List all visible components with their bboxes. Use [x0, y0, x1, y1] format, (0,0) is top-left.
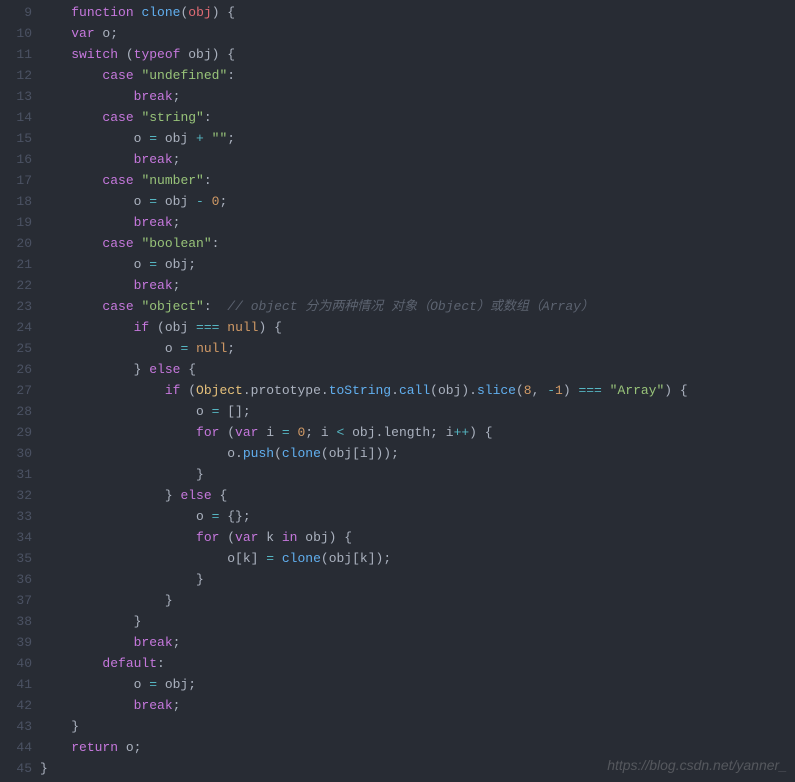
code-line: case "object": // object 分为两种情况 对象（Objec…: [40, 296, 795, 317]
line-number: 38: [0, 611, 32, 632]
code-line: }: [40, 716, 795, 737]
code-line: break;: [40, 695, 795, 716]
code-line: break;: [40, 632, 795, 653]
code-line: switch (typeof obj) {: [40, 44, 795, 65]
code-line: }: [40, 590, 795, 611]
code-area: function clone(obj) { var o; switch (typ…: [40, 2, 795, 779]
code-line: var o;: [40, 23, 795, 44]
code-line: case "undefined":: [40, 65, 795, 86]
line-number: 40: [0, 653, 32, 674]
code-line: o = [];: [40, 401, 795, 422]
line-number: 12: [0, 65, 32, 86]
code-line: for (var i = 0; i < obj.length; i++) {: [40, 422, 795, 443]
code-line: o = obj + "";: [40, 128, 795, 149]
line-number: 39: [0, 632, 32, 653]
line-number: 16: [0, 149, 32, 170]
line-number: 34: [0, 527, 32, 548]
line-number: 20: [0, 233, 32, 254]
line-number: 28: [0, 401, 32, 422]
line-number: 32: [0, 485, 32, 506]
code-line: o[k] = clone(obj[k]);: [40, 548, 795, 569]
line-number: 29: [0, 422, 32, 443]
line-number: 27: [0, 380, 32, 401]
line-number: 42: [0, 695, 32, 716]
line-number: 43: [0, 716, 32, 737]
code-line: default:: [40, 653, 795, 674]
line-number: 21: [0, 254, 32, 275]
code-line: for (var k in obj) {: [40, 527, 795, 548]
code-line: break;: [40, 275, 795, 296]
code-line: case "boolean":: [40, 233, 795, 254]
code-line: case "string":: [40, 107, 795, 128]
line-number: 41: [0, 674, 32, 695]
line-number: 33: [0, 506, 32, 527]
line-number: 36: [0, 569, 32, 590]
code-line: }: [40, 611, 795, 632]
code-line: case "number":: [40, 170, 795, 191]
line-number: 45: [0, 758, 32, 779]
line-number: 22: [0, 275, 32, 296]
code-line: if (Object.prototype.toString.call(obj).…: [40, 380, 795, 401]
code-line: if (obj === null) {: [40, 317, 795, 338]
line-number: 13: [0, 86, 32, 107]
line-number: 18: [0, 191, 32, 212]
code-line: } else {: [40, 359, 795, 380]
line-number: 23: [0, 296, 32, 317]
code-line: o = null;: [40, 338, 795, 359]
code-line: o = obj;: [40, 674, 795, 695]
code-line: }: [40, 569, 795, 590]
line-number: 24: [0, 317, 32, 338]
line-number: 44: [0, 737, 32, 758]
line-number: 37: [0, 590, 32, 611]
code-line: o.push(clone(obj[i]));: [40, 443, 795, 464]
code-line: break;: [40, 212, 795, 233]
line-number: 26: [0, 359, 32, 380]
line-number: 17: [0, 170, 32, 191]
code-line: break;: [40, 86, 795, 107]
code-line: o = obj;: [40, 254, 795, 275]
line-number: 11: [0, 44, 32, 65]
code-line: o = obj - 0;: [40, 191, 795, 212]
code-line: } else {: [40, 485, 795, 506]
line-number: 14: [0, 107, 32, 128]
line-number: 35: [0, 548, 32, 569]
code-line: }: [40, 464, 795, 485]
line-number: 31: [0, 464, 32, 485]
line-number: 19: [0, 212, 32, 233]
line-number: 10: [0, 23, 32, 44]
line-number: 15: [0, 128, 32, 149]
line-number-gutter: 9101112131415161718192021222324252627282…: [0, 2, 40, 779]
line-number: 25: [0, 338, 32, 359]
code-line: o = {};: [40, 506, 795, 527]
code-line: function clone(obj) {: [40, 2, 795, 23]
line-number: 9: [0, 2, 32, 23]
code-editor: 9101112131415161718192021222324252627282…: [0, 0, 795, 779]
code-line: break;: [40, 149, 795, 170]
watermark-text: https://blog.csdn.net/yanner_: [607, 755, 787, 776]
line-number: 30: [0, 443, 32, 464]
